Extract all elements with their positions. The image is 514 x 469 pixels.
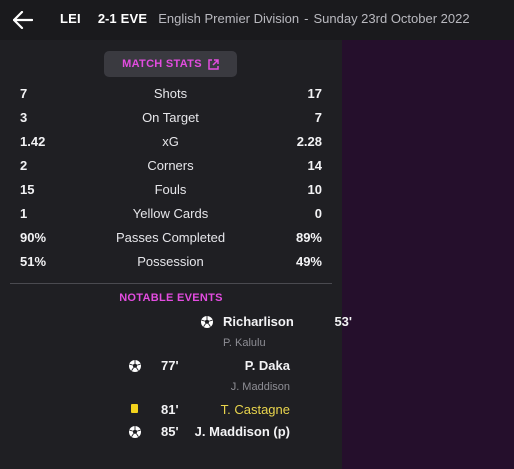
event-player[interactable]: T. Castagne: [221, 402, 290, 417]
stat-row-possession: 51% Possession 49%: [0, 252, 342, 272]
away-value: 7: [314, 110, 322, 125]
stat-label: On Target: [142, 110, 199, 125]
score-line: LEI 2-1 EVE English Premier Division - S…: [60, 11, 470, 26]
event-minute: 85': [161, 424, 179, 439]
stat-label: Shots: [153, 86, 188, 101]
match-stats-button[interactable]: MATCH STATS: [104, 51, 237, 77]
header-separator: -: [304, 11, 309, 26]
away-value: 10: [307, 182, 322, 197]
stat-label: Passes Completed: [115, 230, 226, 245]
event-assist[interactable]: J. Maddison: [231, 381, 290, 393]
match-stats-label: MATCH STATS: [122, 58, 202, 70]
football-icon: [129, 426, 141, 438]
home-value: 7: [20, 86, 28, 101]
home-team: LEI: [60, 11, 81, 26]
football-icon: [201, 316, 213, 328]
home-value: 2: [20, 158, 28, 173]
event-minute: 53': [334, 314, 352, 329]
event-player[interactable]: J. Maddison (p): [195, 424, 290, 439]
stat-label: Possession: [137, 254, 204, 269]
match-date: Sunday 23rd October 2022: [313, 11, 470, 26]
stat-row-shots: 7 Shots 17: [0, 84, 342, 104]
away-team: EVE: [120, 11, 148, 26]
home-value: 90%: [20, 230, 47, 245]
event-assist[interactable]: P. Kalulu: [223, 337, 266, 349]
divider: [10, 283, 332, 284]
football-icon: [129, 360, 141, 372]
away-value: 14: [307, 158, 322, 173]
notable-events-title: NOTABLE EVENTS: [119, 292, 223, 304]
home-value: 1: [20, 206, 28, 221]
away-value: 49%: [295, 254, 322, 269]
stat-label: Fouls: [154, 182, 187, 197]
away-value: 2.28: [296, 134, 322, 149]
popout-icon: [208, 58, 219, 70]
home-value: 3: [20, 110, 28, 125]
stat-label: Yellow Cards: [132, 206, 209, 221]
away-value: 17: [307, 86, 322, 101]
home-value: 51%: [20, 254, 47, 269]
back-button[interactable]: [8, 5, 38, 35]
home-value: 15: [20, 182, 35, 197]
event-minute: 81': [161, 402, 179, 417]
right-pane: [342, 40, 514, 469]
arrow-left-icon: [13, 11, 33, 29]
away-value: 0: [314, 206, 322, 221]
stat-label: Corners: [147, 158, 194, 173]
stat-row-xg: 1.42 xG 2.28: [0, 132, 342, 152]
stat-row-passes-completed: 90% Passes Completed 89%: [0, 228, 342, 248]
score: 2-1: [97, 11, 117, 26]
stat-row-on-target: 3 On Target 7: [0, 108, 342, 128]
yellow-card-icon: [131, 404, 138, 413]
stat-label: xG: [162, 134, 179, 149]
event-player[interactable]: P. Daka: [245, 358, 290, 373]
stat-row-fouls: 15 Fouls 10: [0, 180, 342, 200]
stat-row-corners: 2 Corners 14: [0, 156, 342, 176]
home-value: 1.42: [20, 134, 46, 149]
competition: English Premier Division: [158, 11, 300, 26]
event-player[interactable]: Richarlison: [223, 314, 294, 329]
event-minute: 77': [161, 358, 179, 373]
stat-row-yellow-cards: 1 Yellow Cards 0: [0, 204, 342, 224]
away-value: 89%: [295, 230, 322, 245]
match-header: LEI 2-1 EVE English Premier Division - S…: [0, 0, 514, 40]
